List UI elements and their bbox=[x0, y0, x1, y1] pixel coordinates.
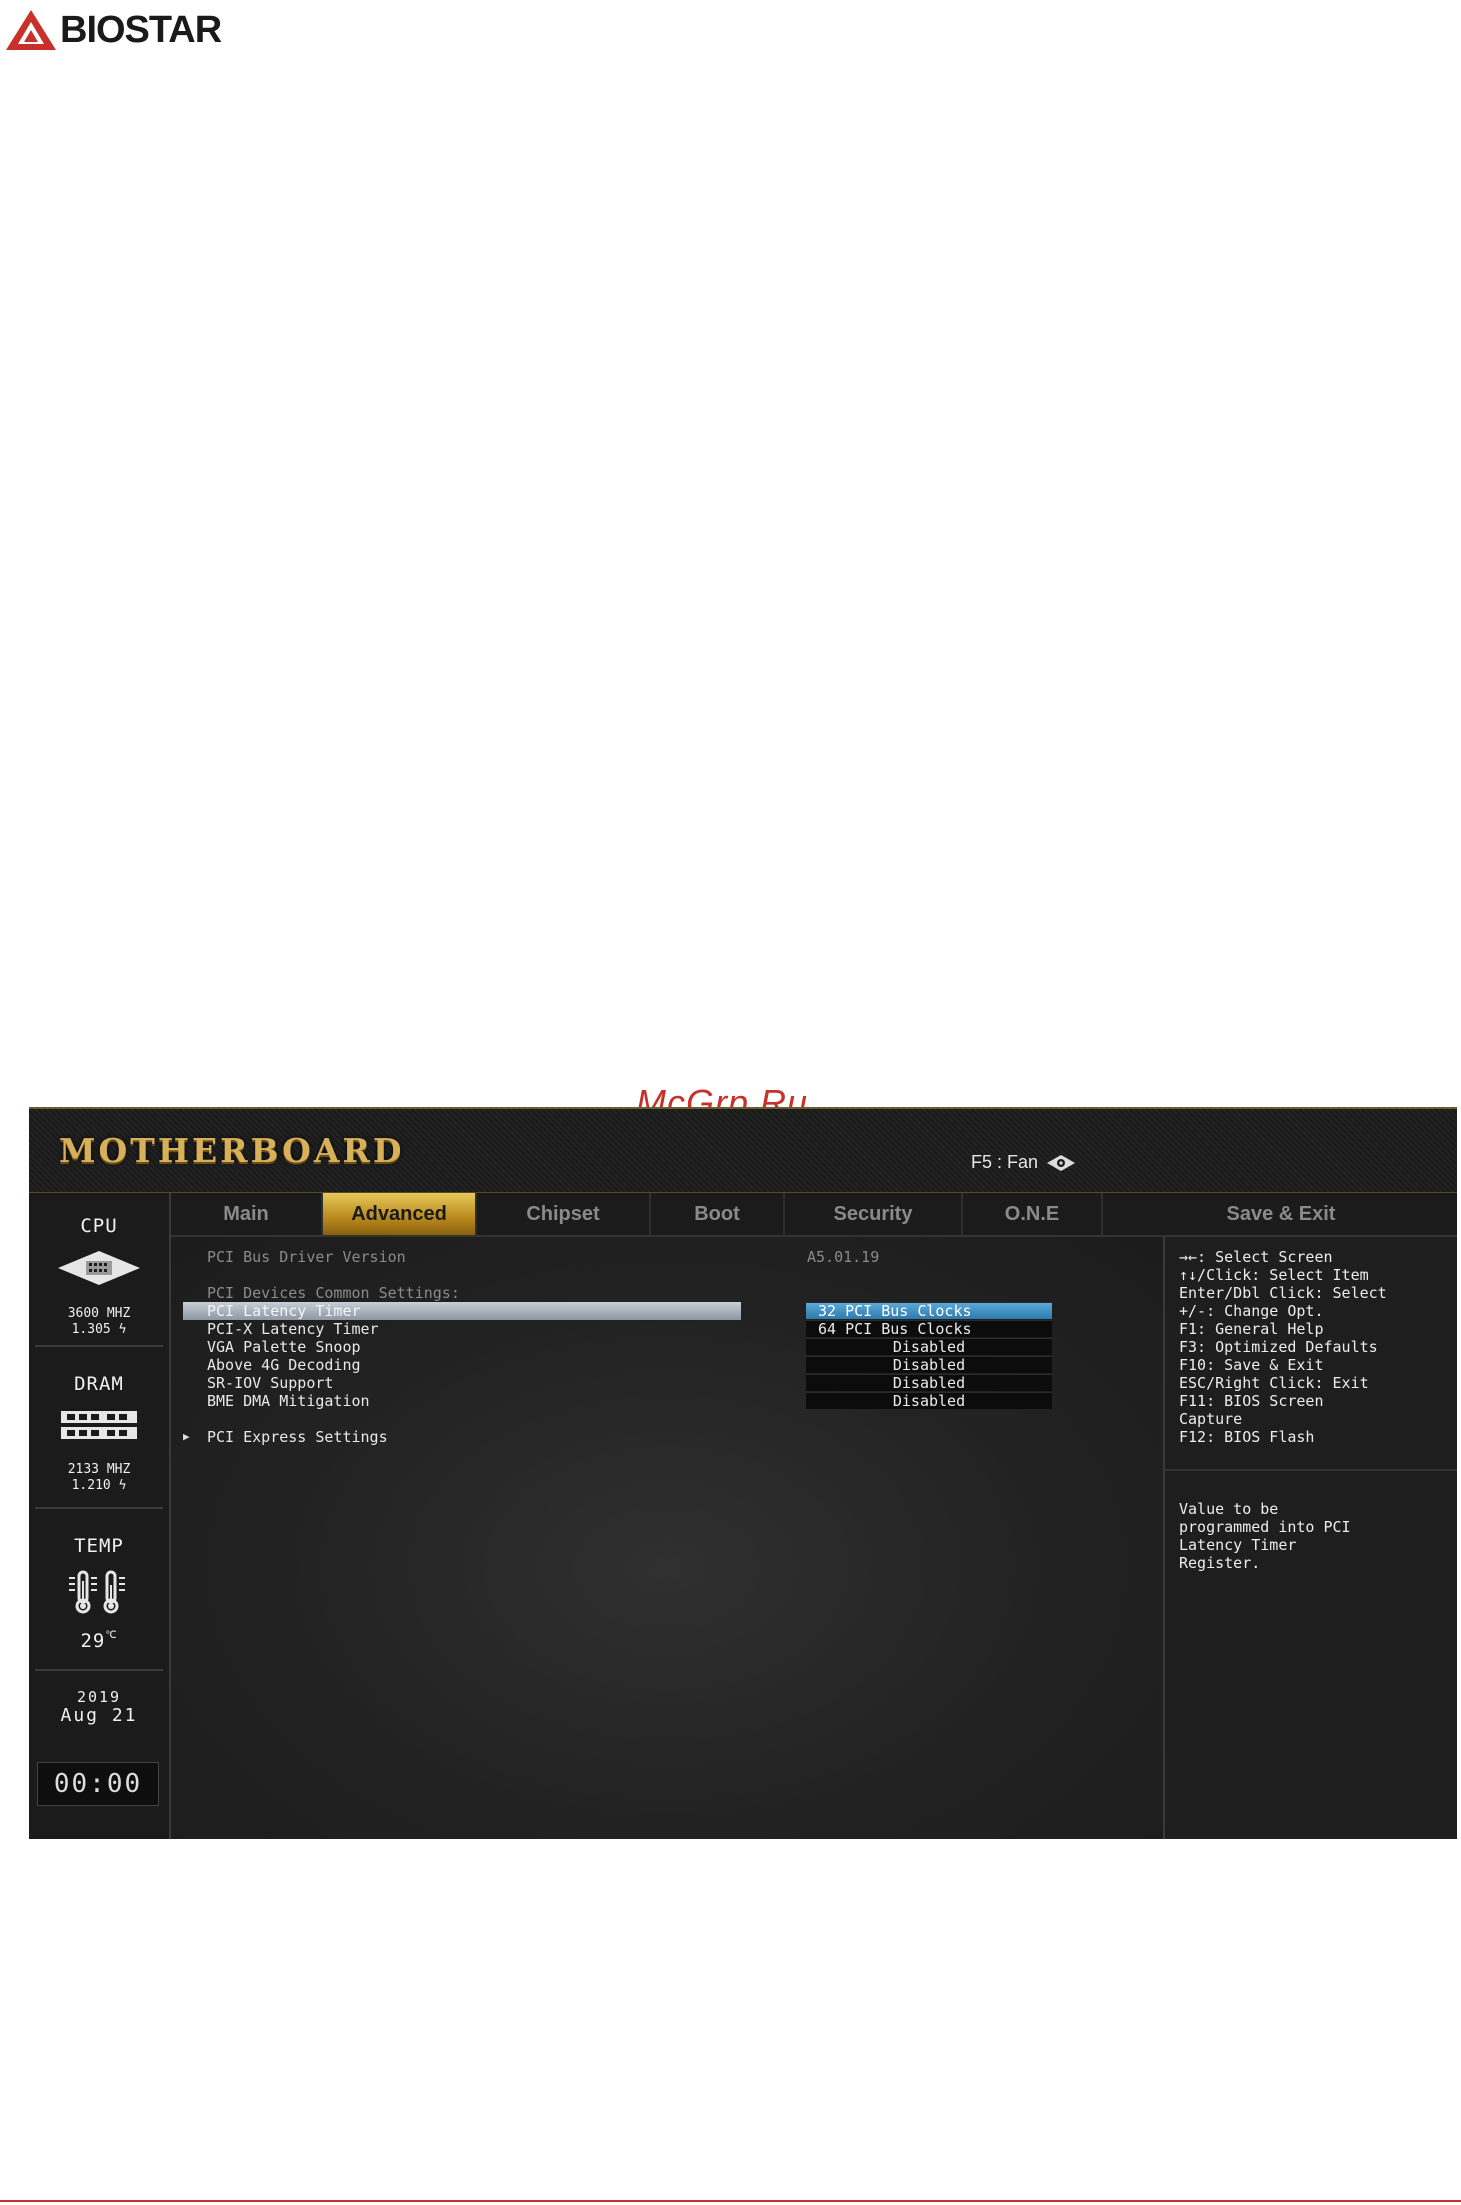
setting-label: PCI Latency Timer bbox=[207, 1302, 361, 1320]
setting-label: PCI-X Latency Timer bbox=[207, 1320, 379, 1338]
dram-voltage-row: 1.210 ϟ bbox=[29, 1478, 169, 1494]
help-key: F10: Save & Exit bbox=[1179, 1356, 1324, 1374]
biostar-triangle-icon bbox=[6, 10, 56, 50]
sidebar-divider bbox=[35, 1507, 163, 1509]
setting-value-vga-snoop[interactable]: Disabled bbox=[806, 1338, 1052, 1355]
help-description: Value to be bbox=[1179, 1500, 1279, 1518]
cpu-chip-icon bbox=[58, 1251, 140, 1285]
setting-label: BME DMA Mitigation bbox=[207, 1392, 370, 1410]
section-header-label: PCI Devices Common Settings: bbox=[207, 1284, 460, 1302]
setting-value-bme-dma[interactable]: Disabled bbox=[806, 1392, 1052, 1409]
tab-security[interactable]: Security bbox=[785, 1193, 963, 1235]
date-panel: 2019 Aug 21 bbox=[29, 1689, 169, 1726]
section-header: PCI Devices Common Settings: bbox=[171, 1284, 1163, 1302]
help-key: Enter/Dbl Click: Select bbox=[1179, 1284, 1387, 1302]
setting-value-sriov[interactable]: Disabled bbox=[806, 1374, 1052, 1391]
cpu-frequency: 3600 MHZ bbox=[67, 1306, 131, 1321]
temp-panel: TEMP 29℃ bbox=[29, 1535, 169, 1652]
tab-bar: Main Advanced Chipset Boot Security O.N.… bbox=[171, 1193, 1457, 1237]
dram-voltage: 1.210 bbox=[71, 1478, 111, 1493]
dram-module-icon bbox=[61, 1411, 137, 1439]
cpu-voltage-row: 1.305 ϟ bbox=[29, 1322, 169, 1338]
fan-icon bbox=[1047, 1154, 1076, 1171]
settings-panel: PCI Bus Driver Version A5.01.19 PCI Devi… bbox=[171, 1237, 1163, 1839]
dram-title: DRAM bbox=[74, 1373, 124, 1395]
voltage-icon: ϟ bbox=[118, 1478, 127, 1493]
sidebar-divider bbox=[35, 1345, 163, 1347]
help-description: programmed into PCI bbox=[1179, 1518, 1351, 1536]
setting-label: VGA Palette Snoop bbox=[207, 1338, 361, 1356]
temp-value-row: 29℃ bbox=[29, 1630, 169, 1652]
driver-version-row: PCI Bus Driver Version A5.01.19 bbox=[171, 1248, 1163, 1266]
sidebar-divider bbox=[35, 1669, 163, 1671]
help-key: F11: BIOS Screen bbox=[1179, 1392, 1324, 1410]
setting-value-pcix-latency[interactable]: 64 PCI Bus Clocks bbox=[806, 1320, 1052, 1337]
tab-boot[interactable]: Boot bbox=[651, 1193, 785, 1235]
tab-chipset[interactable]: Chipset bbox=[477, 1193, 651, 1235]
tab-advanced[interactable]: Advanced bbox=[323, 1193, 477, 1235]
driver-version-value: A5.01.19 bbox=[807, 1248, 880, 1266]
date-day: Aug 21 bbox=[60, 1705, 138, 1726]
setting-label: SR-IOV Support bbox=[207, 1374, 334, 1392]
bios-header: MOTHERBOARD F5 : Fan bbox=[29, 1107, 1457, 1193]
bios-window: MOTHERBOARD F5 : Fan CPU 3600 MHZ 1.305 … bbox=[29, 1107, 1457, 1839]
help-description: Latency Timer bbox=[1179, 1536, 1297, 1554]
clock-display: 00:00 bbox=[37, 1762, 159, 1806]
fan-hotkey[interactable]: F5 : Fan bbox=[971, 1152, 1076, 1173]
help-key: ↑↓/Click: Select Item bbox=[1179, 1266, 1369, 1284]
help-key: F1: General Help bbox=[1179, 1320, 1324, 1338]
tab-main[interactable]: Main bbox=[171, 1193, 323, 1235]
dram-frequency: 2133 MHZ bbox=[67, 1462, 131, 1477]
help-key: ESC/Right Click: Exit bbox=[1179, 1374, 1369, 1392]
help-divider bbox=[1165, 1469, 1457, 1471]
setting-label: Above 4G Decoding bbox=[207, 1356, 361, 1374]
setting-value-above-4g[interactable]: Disabled bbox=[806, 1356, 1052, 1373]
brand-title: MOTHERBOARD bbox=[59, 1131, 405, 1170]
page-footer-line bbox=[0, 2200, 1461, 2202]
submenu-arrow-icon: ▶ bbox=[183, 1430, 190, 1443]
temp-value: 29 bbox=[80, 1630, 106, 1652]
tab-save-exit[interactable]: Save & Exit bbox=[1105, 1193, 1457, 1235]
help-key: F3: Optimized Defaults bbox=[1179, 1338, 1378, 1356]
setting-value-pci-latency[interactable]: 32 PCI Bus Clocks bbox=[806, 1302, 1052, 1319]
cpu-panel: CPU 3600 MHZ 1.305 ϟ bbox=[29, 1215, 169, 1338]
date-year: 2019 bbox=[76, 1688, 122, 1706]
help-panel: →←: Select Screen ↑↓/Click: Select Item … bbox=[1163, 1237, 1457, 1839]
dram-panel: DRAM 2133 MHZ 1.210 ϟ bbox=[29, 1373, 169, 1494]
voltage-icon: ϟ bbox=[118, 1322, 127, 1337]
help-key: +/-: Change Opt. bbox=[1179, 1302, 1324, 1320]
submenu-pci-express[interactable]: ▶ PCI Express Settings bbox=[171, 1428, 1163, 1446]
cpu-title: CPU bbox=[80, 1215, 118, 1237]
cpu-voltage: 1.305 bbox=[71, 1322, 111, 1337]
help-key: →←: Select Screen bbox=[1179, 1248, 1333, 1266]
help-key: Capture bbox=[1179, 1410, 1243, 1428]
tab-one[interactable]: O.N.E bbox=[963, 1193, 1103, 1235]
celsius-icon: ℃ bbox=[105, 1630, 118, 1641]
temp-title: TEMP bbox=[74, 1535, 124, 1557]
logo-text: BIOSTAR bbox=[60, 8, 222, 51]
status-sidebar: CPU 3600 MHZ 1.305 ϟ DRAM 2133 MHZ 1.210… bbox=[29, 1193, 171, 1839]
fan-hotkey-label: F5 : Fan bbox=[971, 1152, 1039, 1172]
help-key: F12: BIOS Flash bbox=[1179, 1428, 1315, 1446]
help-description: Register. bbox=[1179, 1554, 1261, 1572]
thermometer-icon bbox=[69, 1570, 125, 1614]
driver-version-label: PCI Bus Driver Version bbox=[207, 1248, 406, 1266]
submenu-label: PCI Express Settings bbox=[207, 1428, 388, 1446]
biostar-logo: BIOSTAR bbox=[4, 8, 222, 52]
